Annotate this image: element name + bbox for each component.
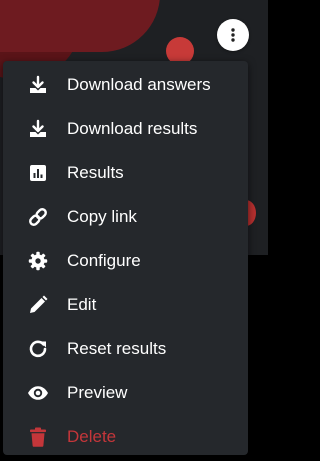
bar-chart-icon <box>27 162 49 184</box>
refresh-icon <box>27 338 49 360</box>
menu-item-label: Results <box>67 163 124 182</box>
link-icon <box>27 206 49 228</box>
screen: Download answers Download results Result… <box>0 0 268 461</box>
menu-item-label: Delete <box>67 427 117 446</box>
trash-icon <box>27 426 49 448</box>
menu-item-label: Reset results <box>67 339 167 358</box>
menu-item-label: Configure <box>67 251 141 270</box>
background-decoration <box>0 0 160 52</box>
menu-item-delete[interactable]: Delete <box>3 415 248 459</box>
pencil-icon <box>27 294 49 316</box>
menu-item-label: Preview <box>67 383 128 402</box>
menu-item-label: Edit <box>67 295 97 314</box>
menu-item-edit[interactable]: Edit <box>3 283 248 327</box>
context-menu: Download answers Download results Result… <box>3 61 248 455</box>
menu-item-label: Copy link <box>67 207 137 226</box>
eye-icon <box>27 382 49 404</box>
more-options-button[interactable] <box>217 19 249 51</box>
menu-item-configure[interactable]: Configure <box>3 239 248 283</box>
gear-icon <box>27 250 49 272</box>
download-icon <box>27 74 49 96</box>
menu-item-download-results[interactable]: Download results <box>3 107 248 151</box>
more-vertical-icon <box>231 28 235 42</box>
menu-item-reset-results[interactable]: Reset results <box>3 327 248 371</box>
download-icon <box>27 118 49 140</box>
menu-item-download-answers[interactable]: Download answers <box>3 63 248 107</box>
menu-item-label: Download answers <box>67 75 211 94</box>
menu-item-copy-link[interactable]: Copy link <box>3 195 248 239</box>
menu-item-label: Download results <box>67 119 198 138</box>
menu-item-results[interactable]: Results <box>3 151 248 195</box>
menu-item-preview[interactable]: Preview <box>3 371 248 415</box>
